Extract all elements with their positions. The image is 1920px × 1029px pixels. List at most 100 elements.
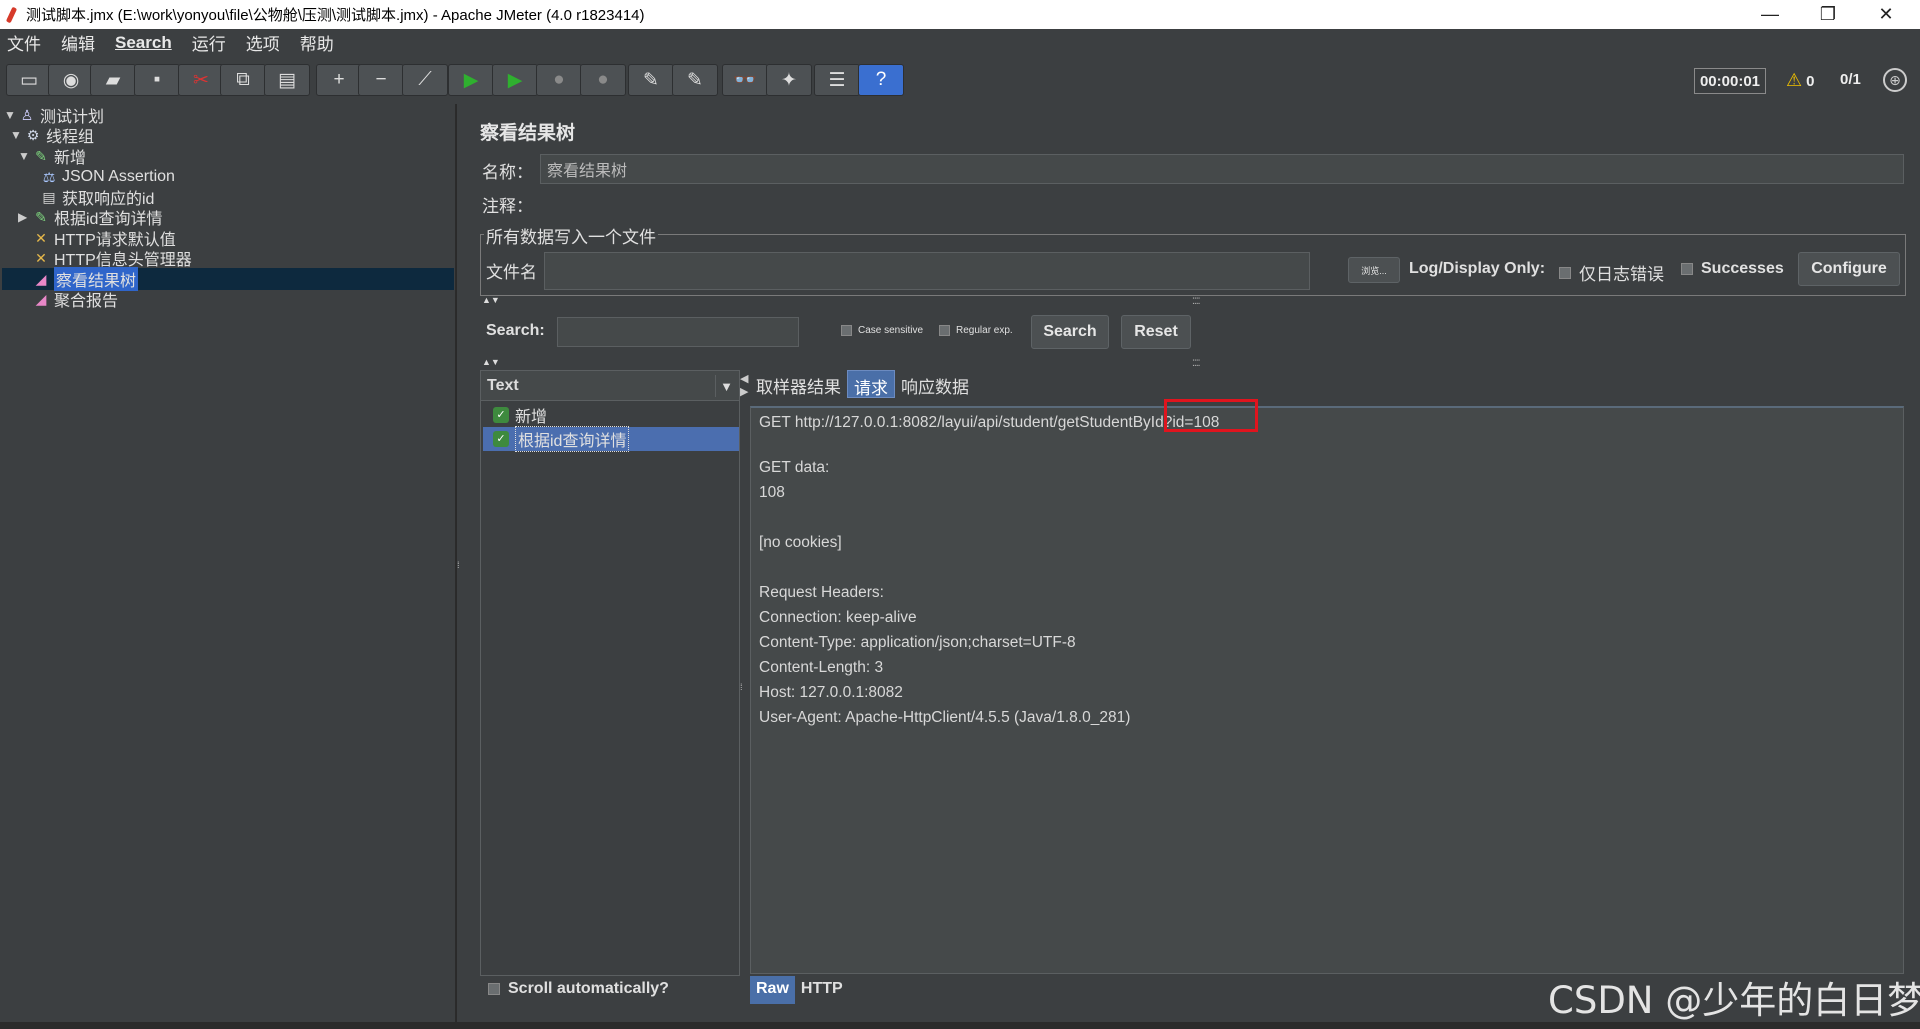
log-display-label: Log/Display Only: [1409, 260, 1546, 277]
tab-http[interactable]: HTTP [795, 976, 849, 1004]
search-button[interactable]: 👓 [722, 64, 768, 96]
checkbox-box [1559, 266, 1571, 279]
cut-button[interactable]: ✂ [178, 64, 224, 96]
clear-button[interactable]: ✎ [628, 64, 674, 96]
result-item-query[interactable]: ✓ 根据id查询详情 [483, 426, 739, 452]
tree-node-aggregate-report[interactable]: ◢ 聚合报告 [32, 288, 118, 310]
splitter-grip-icon[interactable]: ⁚⁚⁚⁚ [1192, 358, 1201, 369]
tab-raw[interactable]: Raw [750, 976, 795, 1004]
splitter-grip-icon[interactable]: ⁚⁚⁚⁚ [1192, 296, 1201, 307]
collapse-arrows-icon[interactable]: ▲▼ [482, 357, 500, 367]
reset-button[interactable]: Reset [1121, 315, 1191, 349]
get-data-value: 108 [759, 484, 785, 501]
search-icon: 👓 [733, 70, 757, 91]
get-data-label: GET data: [759, 459, 830, 476]
search-button[interactable]: Search [1031, 315, 1109, 349]
stop-button[interactable]: ● [536, 64, 582, 96]
comment-field[interactable] [534, 192, 1904, 216]
expand-toggle-icon[interactable]: ▼ [18, 149, 32, 163]
expand-button[interactable]: + [316, 64, 362, 96]
tab-request[interactable]: 请求 [847, 370, 895, 398]
comment-label: 注释： [482, 197, 533, 216]
result-label: 新增 [515, 409, 548, 426]
tree-node-query-sampler[interactable]: ▶ ✎ 根据id查询详情 [18, 206, 162, 228]
menu-edit[interactable]: 编辑 [58, 30, 98, 55]
tab-response-data[interactable]: 响应数据 [895, 370, 975, 398]
templates-button[interactable]: ◉ [48, 64, 94, 96]
shutdown-button[interactable]: ● [580, 64, 626, 96]
expand-toggle-icon[interactable]: ▼ [10, 128, 24, 142]
collapse-arrows-icon[interactable]: ▲▼ [482, 295, 500, 305]
stop-icon: ● [553, 69, 565, 90]
http-sampler-icon: ✎ [35, 148, 47, 164]
expand-toggle-icon[interactable]: ▶ [18, 210, 32, 224]
search-label: Search: [486, 322, 545, 339]
browse-button[interactable]: 浏览... [1348, 257, 1400, 283]
config-element-icon: ✕ [35, 230, 47, 246]
config-element-icon: ✕ [35, 250, 47, 266]
menu-search[interactable]: Search [112, 33, 175, 53]
results-search-input[interactable] [557, 317, 799, 347]
tree-node-add-sampler[interactable]: ▼ ✎ 新增 [18, 145, 86, 167]
assertion-icon: ⚖ [42, 169, 56, 185]
divider-grip-icon: ⁞ [457, 560, 459, 570]
toggle-button[interactable]: ⟋ [402, 64, 448, 96]
restore-button[interactable]: ❐ [1799, 0, 1857, 29]
warning-count[interactable]: ⚠ 0 [1786, 70, 1814, 91]
menu-help[interactable]: 帮助 [297, 30, 337, 55]
listener-icon: ◢ [35, 291, 47, 307]
split-pane-divider[interactable]: ⁞ [456, 104, 462, 1022]
close-button[interactable]: ✕ [1857, 0, 1915, 29]
regex-checkbox[interactable]: Regular exp. [939, 325, 1013, 336]
function-helper-icon: ☰ [828, 69, 846, 91]
templates-icon: ◉ [62, 69, 80, 91]
menu-options[interactable]: 选项 [243, 30, 283, 55]
copy-button[interactable]: ⧉ [220, 64, 266, 96]
tree-node-label: 新增 [54, 150, 87, 167]
scroll-automatically-checkbox[interactable]: Scroll automatically? [488, 980, 669, 998]
menu-run[interactable]: 运行 [189, 30, 229, 55]
start-button[interactable]: ▶ [448, 64, 494, 96]
clear-all-button[interactable]: ✎ [672, 64, 718, 96]
request-content[interactable]: GET http://127.0.0.1:8082/layui/api/stud… [750, 406, 1904, 974]
jmeter-logo-icon [0, 0, 22, 29]
minimize-button[interactable]: — [1741, 0, 1799, 29]
filename-label: 文件名 [486, 263, 537, 282]
remote-globe-icon[interactable]: ⊕ [1883, 68, 1907, 92]
request-line: GET http://127.0.0.1:8082/layui/api/stud… [759, 414, 1220, 431]
vertical-splitter-grip-icon[interactable]: ⁞ [740, 682, 742, 692]
errors-only-checkbox[interactable]: 仅日志错误 [1559, 260, 1664, 285]
configure-button[interactable]: Configure [1798, 252, 1900, 286]
copy-icon: ⧉ [236, 69, 250, 90]
tab-sampler-result[interactable]: 取样器结果 [750, 370, 847, 398]
new-button[interactable]: ▭ [6, 64, 52, 96]
tree-node-thread-group[interactable]: ▼ ⚙ 线程组 [10, 124, 94, 146]
name-field[interactable]: 察看结果树 [540, 154, 1904, 184]
function-helper-button[interactable]: ☰ [814, 64, 860, 96]
successes-checkbox[interactable]: Successes [1681, 260, 1784, 278]
cookies-line: [no cookies] [759, 534, 842, 551]
open-button[interactable]: ▰ [90, 64, 136, 96]
paste-button[interactable]: ▤ [264, 64, 310, 96]
new-icon: ▭ [20, 69, 38, 91]
result-item-add[interactable]: ✓ 新增 [493, 403, 547, 427]
expand-icon: + [333, 69, 345, 90]
thread-group-icon: ⚙ [26, 127, 40, 143]
menu-file[interactable]: 文件 [4, 30, 44, 55]
help-button[interactable]: ? [858, 64, 904, 96]
collapse-button[interactable]: − [358, 64, 404, 96]
renderer-select[interactable]: Text ▼ [481, 371, 739, 401]
chevron-down-icon[interactable]: ▼ [715, 375, 737, 397]
expand-toggle-icon[interactable]: ▼ [4, 108, 18, 122]
reset-search-button[interactable]: ✦ [766, 64, 812, 96]
expand-arrows-icon[interactable]: ◀ ▶ [740, 372, 748, 398]
filename-field[interactable] [544, 252, 1310, 290]
checkbox-box [488, 983, 500, 995]
start-no-pause-button[interactable]: ▶ [492, 64, 538, 96]
errors-only-label: 仅日志错误 [1579, 265, 1664, 284]
paste-icon: ▤ [278, 69, 296, 91]
save-button[interactable]: ▪ [134, 64, 180, 96]
case-sensitive-checkbox[interactable]: Case sensitive [841, 325, 923, 336]
tree-node-header-manager[interactable]: ✕ HTTP信息头管理器 [32, 247, 192, 269]
help-icon: ? [875, 69, 887, 90]
